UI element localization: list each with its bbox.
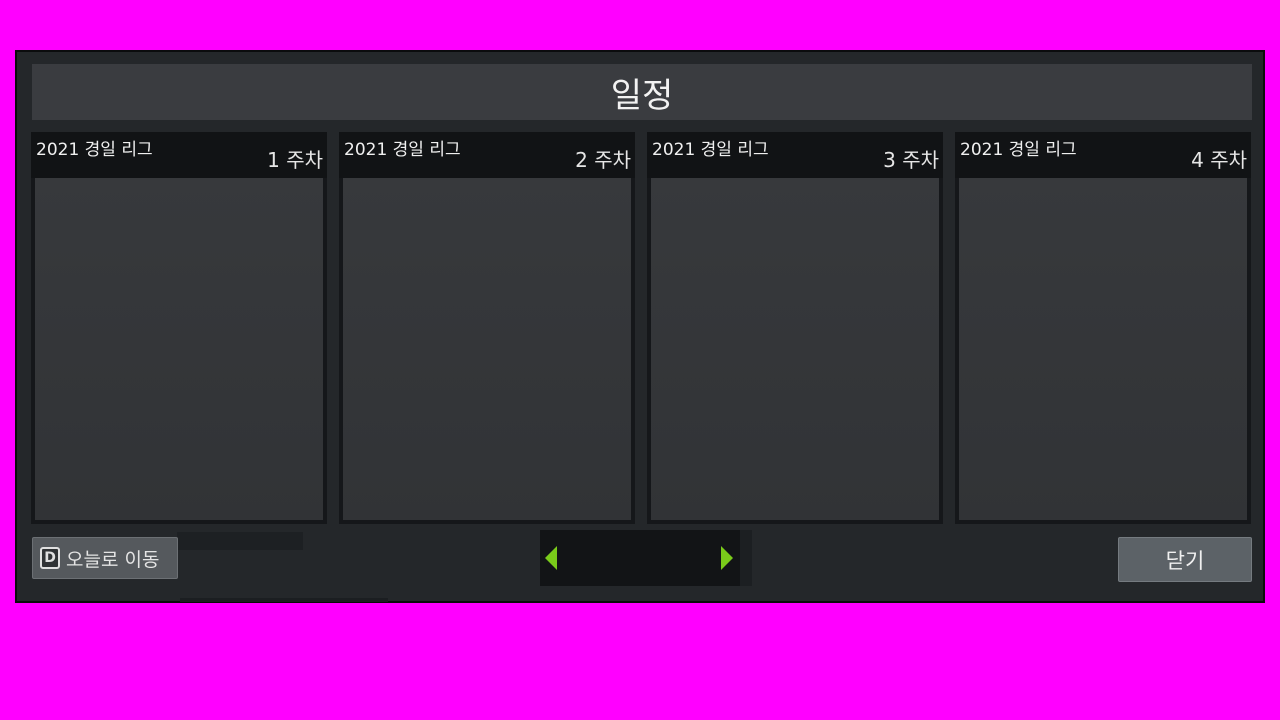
triangle-right-icon[interactable] bbox=[721, 546, 733, 570]
week-body bbox=[35, 178, 323, 520]
week-header: 2021 경일 리그 3 주차 bbox=[647, 132, 943, 178]
close-button[interactable]: 닫기 bbox=[1118, 537, 1252, 582]
close-label: 닫기 bbox=[1165, 548, 1205, 573]
week-card-4[interactable]: 2021 경일 리그 4 주차 bbox=[955, 132, 1251, 524]
button-shadow bbox=[177, 532, 303, 550]
d-key-icon: D bbox=[40, 547, 60, 569]
week-label: 1 주차 bbox=[267, 148, 323, 172]
week-body bbox=[651, 178, 939, 520]
schedule-window: 일정 2021 경일 리그 1 주차 2021 경일 리그 2 주차 2021 … bbox=[15, 50, 1265, 603]
go-to-today-label: 오늘로 이동 bbox=[66, 548, 160, 571]
week-body bbox=[343, 178, 631, 520]
week-pager bbox=[540, 530, 740, 586]
week-label: 4 주차 bbox=[1191, 148, 1247, 172]
league-name: 2021 경일 리그 bbox=[960, 140, 1077, 160]
week-card-3[interactable]: 2021 경일 리그 3 주차 bbox=[647, 132, 943, 524]
go-to-today-button[interactable]: D 오늘로 이동 bbox=[32, 537, 178, 579]
triangle-left-icon[interactable] bbox=[545, 546, 557, 570]
bottom-divider bbox=[180, 598, 388, 602]
week-card-1[interactable]: 2021 경일 리그 1 주차 bbox=[31, 132, 327, 524]
window-title: 일정 bbox=[610, 75, 674, 116]
week-header: 2021 경일 리그 1 주차 bbox=[31, 132, 327, 178]
league-name: 2021 경일 리그 bbox=[652, 140, 769, 160]
week-body bbox=[959, 178, 1247, 520]
league-name: 2021 경일 리그 bbox=[36, 140, 153, 160]
window-title-bar: 일정 bbox=[32, 64, 1252, 120]
week-label: 3 주차 bbox=[883, 148, 939, 172]
league-name: 2021 경일 리그 bbox=[344, 140, 461, 160]
week-label: 2 주차 bbox=[575, 148, 631, 172]
pager-edge bbox=[740, 530, 752, 586]
week-card-2[interactable]: 2021 경일 리그 2 주차 bbox=[339, 132, 635, 524]
week-header: 2021 경일 리그 4 주차 bbox=[955, 132, 1251, 178]
week-header: 2021 경일 리그 2 주차 bbox=[339, 132, 635, 178]
